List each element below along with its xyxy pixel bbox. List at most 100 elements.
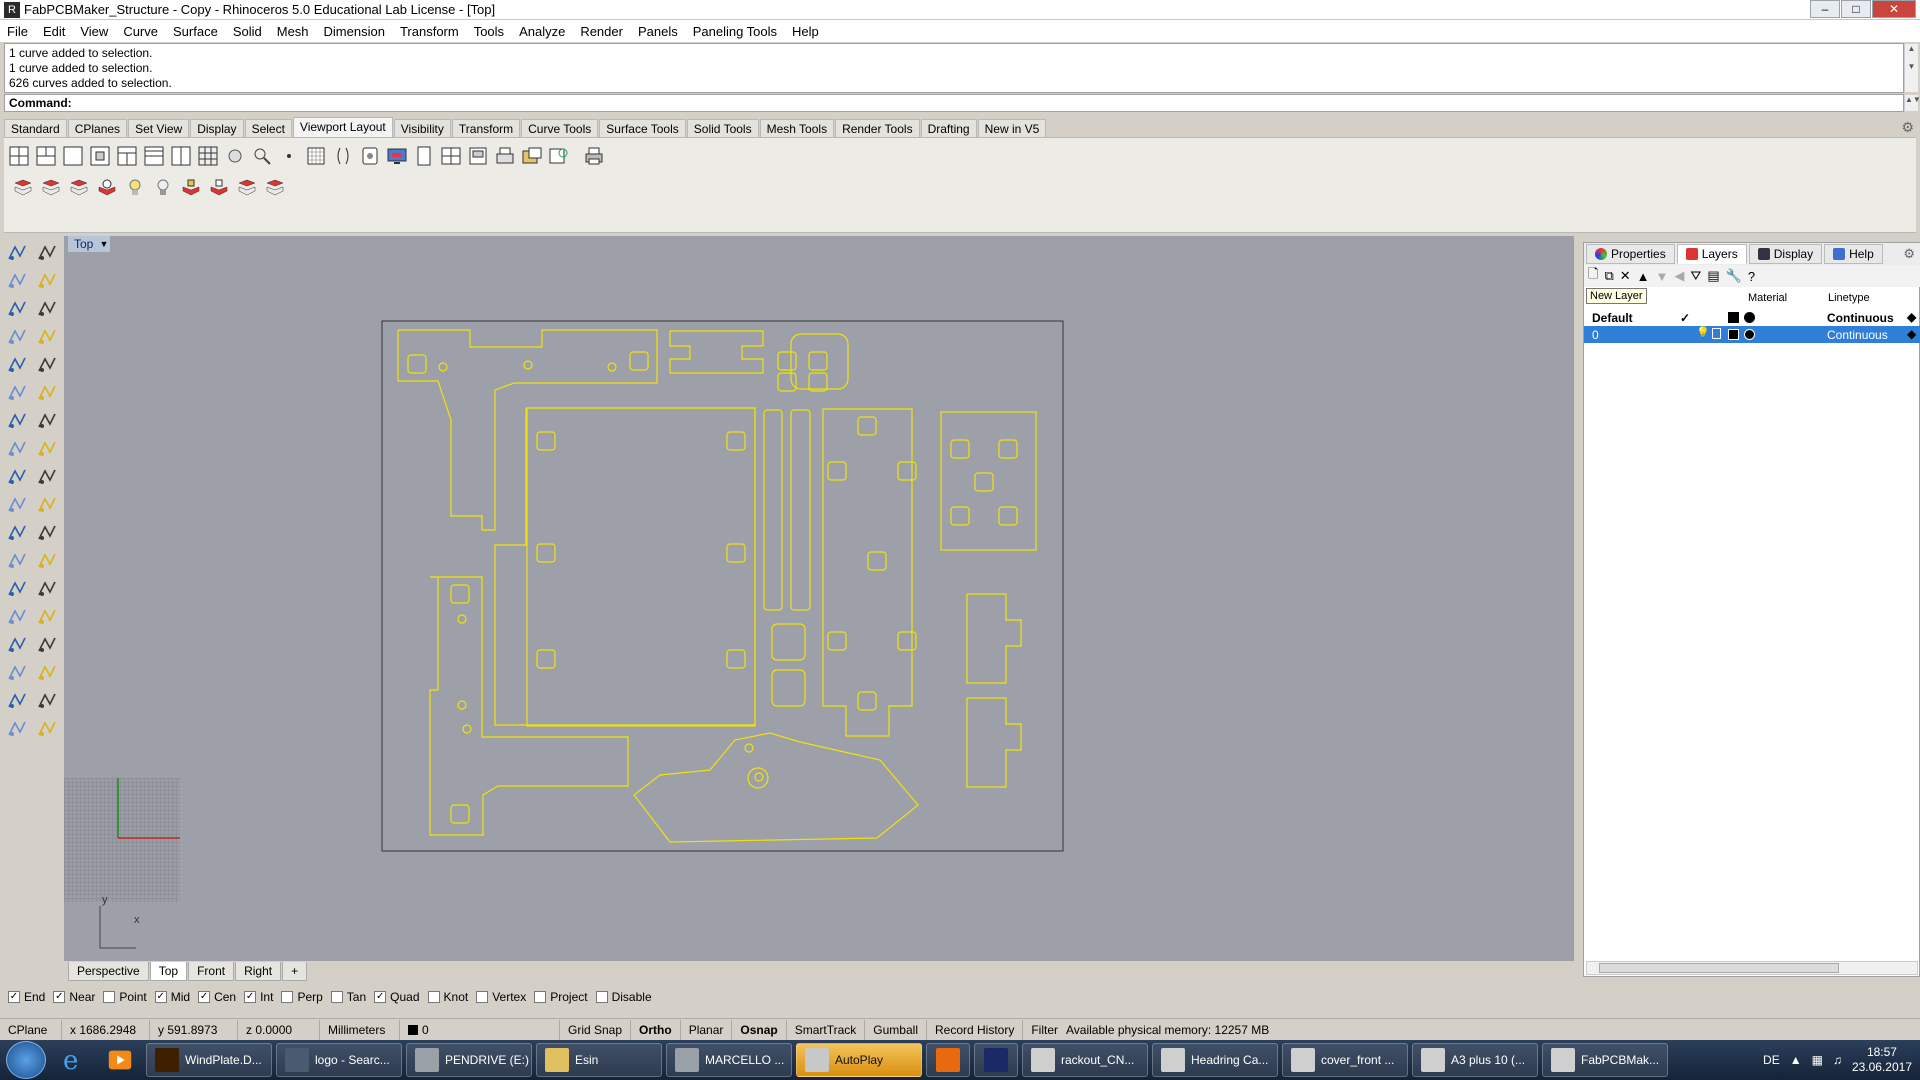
hole-circle[interactable]	[457, 614, 467, 624]
tab-surface-tools[interactable]: Surface Tools	[599, 119, 686, 137]
pocket-slot[interactable]	[867, 551, 887, 571]
pocket-slot[interactable]	[897, 461, 917, 481]
text-icon[interactable]	[4, 576, 30, 602]
command-scroll[interactable]: ▲▼	[1904, 95, 1920, 111]
circle-icon[interactable]	[4, 296, 30, 322]
osnap-knot[interactable]: Knot	[427, 990, 468, 1004]
pocket-slot[interactable]	[998, 439, 1018, 459]
tab-display[interactable]: Display	[190, 119, 244, 137]
grid-icon[interactable]	[197, 145, 219, 167]
osnap-checkbox[interactable]	[330, 991, 343, 1003]
show-hidden-icon[interactable]: ▲	[1790, 1053, 1802, 1067]
pocket-slot[interactable]	[726, 649, 746, 669]
layer-current-icon[interactable]	[40, 177, 62, 199]
tab-front[interactable]: Front	[188, 961, 235, 981]
layer-change-icon[interactable]	[264, 177, 286, 199]
pocket-slot[interactable]	[998, 506, 1018, 526]
menu-mesh[interactable]: Mesh	[270, 24, 317, 39]
part-outline[interactable]	[633, 732, 919, 843]
sweep-icon[interactable]	[34, 380, 60, 406]
layout-detail-icon[interactable]	[521, 145, 543, 167]
osnap-int[interactable]: ✓ Int	[244, 990, 273, 1004]
tab-standard[interactable]: Standard	[4, 119, 67, 137]
clock[interactable]: 18:57 23.06.2017	[1852, 1045, 1912, 1075]
circle-tool-icon[interactable]	[4, 352, 30, 378]
history-scrollbar[interactable]: ▲ ▼	[1904, 44, 1918, 92]
current-layer[interactable]: 0	[400, 1019, 560, 1040]
filter-toggle[interactable]: Filter	[1023, 1020, 1066, 1040]
tab-properties[interactable]: Properties	[1586, 244, 1675, 264]
panel-gear-icon[interactable]: ⚙	[1903, 246, 1915, 262]
split-icon[interactable]	[34, 520, 60, 546]
pocket-slot[interactable]	[536, 649, 556, 669]
part-outline[interactable]	[494, 407, 756, 726]
tab-right[interactable]: Right	[235, 961, 282, 981]
layer-match-icon[interactable]	[236, 177, 258, 199]
hole-circle[interactable]	[744, 743, 754, 753]
part-outline[interactable]	[940, 411, 1037, 551]
osnap-checkbox[interactable]	[103, 991, 116, 1003]
split-columns-icon[interactable]	[170, 145, 192, 167]
zoom-icon[interactable]	[251, 145, 273, 167]
part-outline[interactable]	[771, 669, 806, 707]
osnap-checkbox[interactable]: ✓	[244, 991, 257, 1003]
pocket-slot[interactable]	[827, 461, 847, 481]
menu-view[interactable]: View	[73, 24, 116, 39]
taskbar-item[interactable]	[974, 1043, 1018, 1077]
tab-cplanes[interactable]: CPlanes	[67, 119, 128, 137]
offset-icon[interactable]	[34, 548, 60, 574]
language-indicator[interactable]: DE	[1763, 1053, 1780, 1067]
pocket-slot[interactable]	[536, 543, 556, 563]
taskbar-item[interactable]: A3 plus 10 (...	[1412, 1043, 1538, 1077]
box-icon[interactable]	[4, 408, 30, 434]
layer-color-swatch[interactable]	[1728, 329, 1739, 340]
pocket-slot[interactable]	[950, 506, 970, 526]
menu-dimension[interactable]: Dimension	[317, 24, 393, 39]
print-icon[interactable]	[583, 145, 605, 167]
part-outline[interactable]	[763, 409, 783, 611]
taskbar-item[interactable]: MARCELLO ...	[666, 1043, 792, 1077]
layer-states-icon[interactable]: ▤	[1707, 268, 1719, 284]
osnap-disable[interactable]: Disable	[595, 990, 652, 1004]
tab-select[interactable]: Select	[244, 119, 292, 137]
command-input[interactable]: Command:	[4, 94, 1904, 112]
trim-icon[interactable]	[34, 492, 60, 518]
menu-analyze[interactable]: Analyze	[512, 24, 573, 39]
osnap-checkbox[interactable]	[534, 991, 547, 1003]
linetype-column[interactable]: Linetype	[1828, 292, 1870, 304]
osnap-point[interactable]: Point	[103, 990, 147, 1004]
move-to-parent-icon[interactable]: ◀	[1674, 268, 1684, 284]
check-icon[interactable]	[34, 688, 60, 714]
menu-tools[interactable]: Tools	[467, 24, 512, 39]
explode-icon[interactable]	[4, 464, 30, 490]
layout-zoom-icon[interactable]	[548, 145, 570, 167]
linetype-value[interactable]: Continuous	[1827, 311, 1894, 325]
layer-lock-icon[interactable]	[180, 177, 202, 199]
pocket-slot[interactable]	[629, 351, 649, 371]
material-icon[interactable]	[1744, 312, 1755, 323]
osnap-checkbox[interactable]	[476, 991, 489, 1003]
current-layer-check[interactable]: ✓	[1680, 311, 1690, 325]
pocket-slot[interactable]	[726, 431, 746, 451]
layer-unlock-icon[interactable]	[208, 177, 230, 199]
osnap-tan[interactable]: Tan	[330, 990, 366, 1004]
bracket-icon[interactable]	[332, 145, 354, 167]
osnap-checkbox[interactable]: ✓	[374, 991, 387, 1003]
hole-circle[interactable]	[523, 360, 533, 370]
monitor-icon[interactable]	[386, 145, 408, 167]
rectangle-icon[interactable]	[34, 324, 60, 350]
taskbar-item[interactable]: PENDRIVE (E:)	[406, 1043, 532, 1077]
delete-layer-icon[interactable]: ✕	[1620, 268, 1631, 284]
page-icon[interactable]	[413, 145, 435, 167]
menu-panels[interactable]: Panels	[631, 24, 686, 39]
part-outline[interactable]	[526, 407, 756, 727]
pocket-slot[interactable]	[974, 472, 994, 492]
grid-toggle-icon[interactable]	[305, 145, 327, 167]
tab-set-view[interactable]: Set View	[128, 119, 190, 137]
menu-help[interactable]: Help	[785, 24, 827, 39]
tab-new-in-v5[interactable]: New in V5	[977, 119, 1047, 137]
layer-on-icon[interactable]	[152, 177, 174, 199]
hole-circle[interactable]	[607, 362, 617, 372]
snap-icon[interactable]	[34, 604, 60, 630]
taskbar-item[interactable]	[926, 1043, 970, 1077]
